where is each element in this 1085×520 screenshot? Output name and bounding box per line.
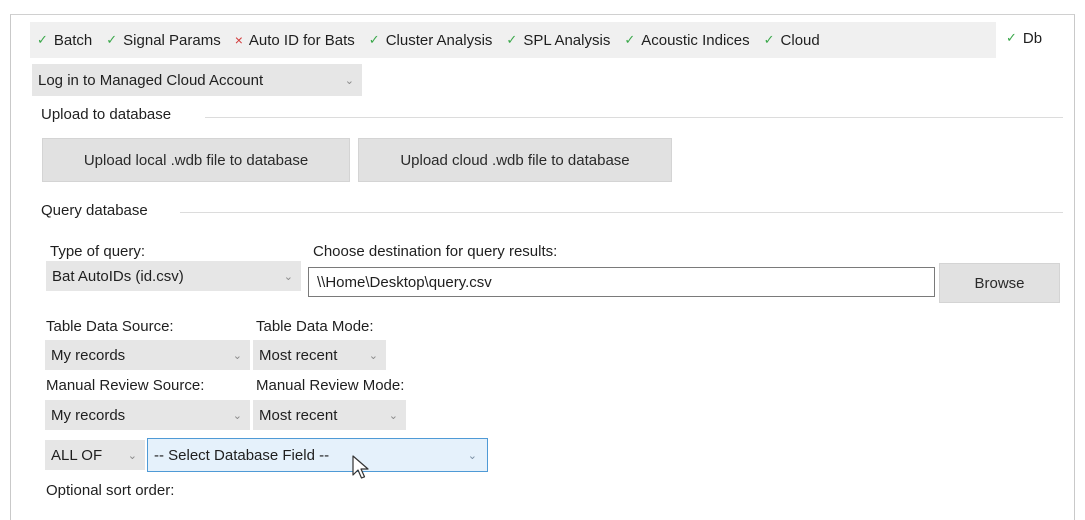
tab-label: Cloud bbox=[780, 31, 820, 49]
tab-signal-params[interactable]: ✓ Signal Params bbox=[99, 22, 227, 58]
browse-button[interactable]: Browse bbox=[939, 263, 1060, 303]
query-type-label: Type of query: bbox=[50, 243, 146, 260]
table-data-source-value: My records bbox=[51, 346, 126, 364]
logic-operator-select[interactable]: ALL OF ⌄ bbox=[45, 440, 145, 470]
chevron-down-icon: ⌄ bbox=[127, 449, 137, 462]
query-type-select[interactable]: Bat AutoIDs (id.csv) ⌄ bbox=[46, 261, 301, 291]
destination-path-field[interactable]: \\Home\Desktop\query.csv bbox=[308, 267, 935, 297]
query-group-label: Query database bbox=[41, 202, 148, 219]
manual-review-source-label: Manual Review Source: bbox=[46, 377, 205, 394]
manual-review-mode-value: Most recent bbox=[259, 406, 338, 424]
tab-spl-analysis[interactable]: ✓ SPL Analysis bbox=[499, 22, 617, 58]
check-icon: ✓ bbox=[624, 32, 636, 47]
check-icon: ✓ bbox=[37, 32, 48, 47]
tab-strip: ✓ Batch ✓ Signal Params × Auto ID for Bats … bbox=[30, 22, 996, 58]
check-icon: ✓ bbox=[763, 32, 775, 47]
tab-label: Acoustic Indices bbox=[641, 31, 750, 49]
upload-cloud-button[interactable]: Upload cloud .wdb file to database bbox=[358, 138, 672, 182]
table-data-mode-label: Table Data Mode: bbox=[256, 318, 374, 335]
tab-label: Auto ID for Bats bbox=[248, 31, 355, 49]
table-data-source-label: Table Data Source: bbox=[46, 318, 174, 335]
table-data-mode-value: Most recent bbox=[259, 346, 338, 364]
manual-review-mode-label: Manual Review Mode: bbox=[256, 377, 405, 394]
database-field-select[interactable]: -- Select Database Field -- ⌄ bbox=[147, 438, 488, 472]
mouse-pointer-icon bbox=[352, 455, 369, 479]
upload-local-button[interactable]: Upload local .wdb file to database bbox=[42, 138, 350, 182]
chevron-down-icon: ⌄ bbox=[232, 349, 242, 362]
manual-review-mode-select[interactable]: Most recent ⌄ bbox=[253, 400, 406, 430]
check-icon: ✓ bbox=[506, 32, 518, 47]
chevron-down-icon: ⌄ bbox=[467, 449, 477, 462]
account-select[interactable]: Log in to Managed Cloud Account ⌄ bbox=[32, 64, 362, 96]
query-type-value: Bat AutoIDs (id.csv) bbox=[52, 267, 184, 285]
check-icon: ✓ bbox=[368, 32, 380, 47]
account-select-value: Log in to Managed Cloud Account bbox=[38, 71, 264, 89]
manual-review-source-value: My records bbox=[51, 406, 126, 424]
tab-label: Signal Params bbox=[123, 31, 221, 49]
table-data-mode-select[interactable]: Most recent ⌄ bbox=[253, 340, 386, 370]
tab-auto-id-for-bats[interactable]: × Auto ID for Bats bbox=[228, 22, 362, 58]
tab-label: Batch bbox=[53, 31, 93, 49]
tab-cloud[interactable]: ✓ Cloud bbox=[757, 22, 827, 58]
chevron-down-icon: ⌄ bbox=[232, 409, 242, 422]
destination-path-value: \\Home\Desktop\query.csv bbox=[317, 273, 492, 291]
chevron-down-icon: ⌄ bbox=[368, 349, 378, 362]
chevron-down-icon: ⌄ bbox=[344, 74, 354, 87]
upload-group-divider bbox=[205, 117, 1063, 118]
tab-label: Cluster Analysis bbox=[385, 31, 493, 49]
destination-label: Choose destination for query results: bbox=[313, 243, 558, 260]
check-icon: ✓ bbox=[106, 32, 118, 47]
table-data-source-select[interactable]: My records ⌄ bbox=[45, 340, 250, 370]
manual-review-source-select[interactable]: My records ⌄ bbox=[45, 400, 250, 430]
tab-acoustic-indices[interactable]: ✓ Acoustic Indices bbox=[617, 22, 756, 58]
error-x-icon: × bbox=[234, 32, 243, 48]
logic-operator-value: ALL OF bbox=[51, 446, 103, 464]
database-field-value: -- Select Database Field -- bbox=[154, 446, 330, 464]
tab-db[interactable]: ✓ Db bbox=[1000, 22, 1049, 54]
check-icon: ✓ bbox=[1006, 30, 1017, 45]
sort-order-label: Optional sort order: bbox=[46, 482, 175, 499]
tab-batch[interactable]: ✓ Batch bbox=[30, 22, 99, 58]
upload-group-label: Upload to database bbox=[41, 106, 172, 123]
tab-cluster-analysis[interactable]: ✓ Cluster Analysis bbox=[362, 22, 500, 58]
chevron-down-icon: ⌄ bbox=[283, 270, 293, 283]
query-group-divider bbox=[180, 212, 1063, 213]
tab-label: Db bbox=[1022, 29, 1043, 47]
tab-label: SPL Analysis bbox=[523, 31, 611, 49]
chevron-down-icon: ⌄ bbox=[388, 409, 398, 422]
